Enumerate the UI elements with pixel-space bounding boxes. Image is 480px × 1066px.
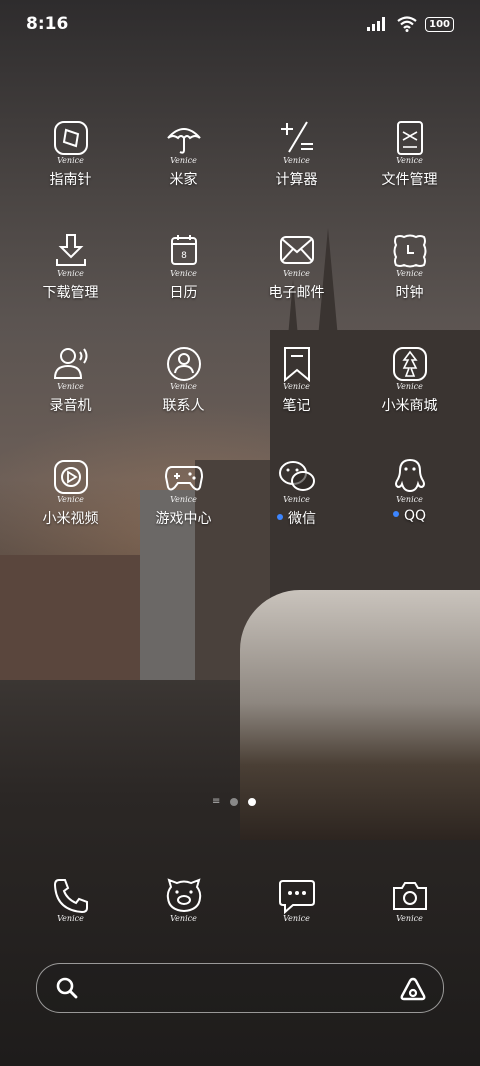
- dock-phone[interactable]: Venice: [14, 876, 127, 923]
- dock-messages[interactable]: Venice: [240, 876, 353, 923]
- page-dot[interactable]: [230, 797, 239, 806]
- search-icon[interactable]: [55, 976, 79, 1000]
- app-label: 小米视频: [42, 511, 99, 527]
- app-qq[interactable]: Venice QQ: [353, 457, 466, 524]
- gamepad-icon: [164, 457, 204, 497]
- app-compass[interactable]: Venice 指南针: [14, 118, 127, 189]
- compass-icon: [51, 118, 91, 158]
- folder-icon: [390, 118, 430, 158]
- svg-text:8: 8: [181, 251, 187, 261]
- clock-icon: [390, 231, 430, 271]
- camera-icon: [390, 876, 430, 916]
- app-email[interactable]: Venice 电子邮件: [240, 231, 353, 302]
- wechat-icon: [277, 457, 317, 497]
- contacts-icon: [164, 344, 204, 384]
- app-label: 米家: [169, 172, 198, 188]
- assistant-icon[interactable]: [399, 976, 427, 1002]
- calendar-icon: 8: [164, 231, 204, 271]
- app-downloads[interactable]: Venice 下载管理: [14, 231, 127, 302]
- app-label: 联系人: [162, 398, 205, 414]
- dock-camera[interactable]: Venice: [353, 876, 466, 923]
- app-label: 录音机: [49, 398, 92, 414]
- shop-icon: [390, 344, 430, 384]
- app-label: 小米商城: [381, 398, 438, 414]
- message-icon: [277, 876, 317, 916]
- mail-icon: [277, 231, 317, 271]
- dock-pig-app[interactable]: Venice: [127, 876, 240, 923]
- app-game-center[interactable]: Venice 游戏中心: [127, 457, 240, 528]
- app-label: 日历: [169, 285, 198, 301]
- app-mijia[interactable]: Venice 米家: [127, 118, 240, 189]
- app-label: 游戏中心: [155, 511, 212, 527]
- app-label: 下载管理: [42, 285, 99, 301]
- notification-badge: [392, 511, 399, 517]
- app-clock[interactable]: Venice 时钟: [353, 231, 466, 302]
- app-label: QQ: [353, 508, 466, 524]
- app-mi-video[interactable]: Venice 小米视频: [14, 457, 127, 528]
- status-bar: 8:16 100: [0, 0, 480, 50]
- qq-icon: [390, 457, 430, 497]
- app-notes[interactable]: Venice 笔记: [240, 344, 353, 415]
- app-recorder[interactable]: Venice 录音机: [14, 344, 127, 415]
- app-label: 时钟: [395, 285, 424, 301]
- calculator-icon: [277, 118, 317, 158]
- app-contacts[interactable]: Venice 联系人: [127, 344, 240, 415]
- app-calendar[interactable]: 8 Venice 日历: [127, 231, 240, 302]
- app-mi-store[interactable]: Venice 小米商城: [353, 344, 466, 415]
- app-wechat[interactable]: Venice 微信: [240, 457, 353, 528]
- pig-icon: [164, 876, 204, 916]
- video-icon: [51, 457, 91, 497]
- recorder-icon: [51, 344, 91, 384]
- app-file-manager[interactable]: Venice 文件管理: [353, 118, 466, 189]
- wifi-icon: [397, 16, 417, 32]
- page-indicator[interactable]: ≡: [212, 796, 257, 807]
- app-label: 笔记: [282, 398, 311, 414]
- app-label: 文件管理: [381, 172, 438, 188]
- download-icon: [51, 231, 91, 271]
- app-label: 计算器: [275, 172, 318, 188]
- phone-icon: [51, 876, 91, 916]
- umbrella-icon: [164, 118, 204, 158]
- notification-badge: [277, 514, 283, 520]
- battery-indicator: 100: [425, 16, 454, 32]
- app-label: 微信: [240, 508, 353, 528]
- signal-icon: [367, 17, 386, 31]
- app-calculator[interactable]: Venice 计算器: [240, 118, 353, 189]
- feed-page-icon[interactable]: ≡: [212, 796, 220, 807]
- app-label: 电子邮件: [268, 285, 325, 301]
- search-bar[interactable]: [36, 963, 444, 1013]
- notes-icon: [277, 344, 317, 384]
- page-dot-active[interactable]: [248, 797, 257, 806]
- app-label: 指南针: [49, 172, 92, 188]
- status-time: 8:16: [26, 14, 69, 34]
